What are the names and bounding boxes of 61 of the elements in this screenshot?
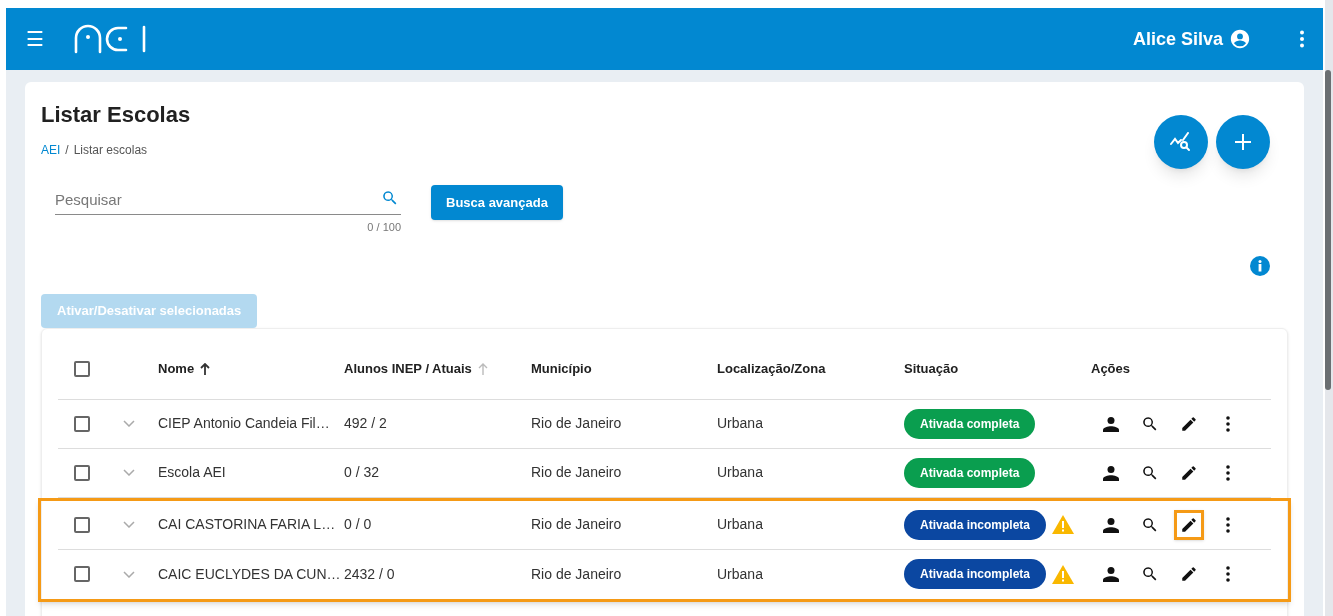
column-header: Ações <box>1091 359 1131 378</box>
table-cell: Urbana <box>717 464 763 480</box>
table-cell: Rio de Janeiro <box>531 516 622 532</box>
user-name[interactable]: Alice Silva <box>1132 25 1223 53</box>
table-cell: CAIC EUCLYDES DA CUN… <box>158 565 341 582</box>
plus-icon <box>1235 134 1251 150</box>
person-icon[interactable] <box>1102 516 1119 533</box>
person-icon[interactable] <box>1102 415 1119 432</box>
column-header: Localização/Zona <box>717 359 826 378</box>
table-cell: Escola AEI <box>158 464 226 480</box>
search-icon[interactable] <box>1140 414 1159 433</box>
status-badge: Ativada incompleta <box>904 509 1047 540</box>
scrollbar-thumb[interactable] <box>1325 70 1331 390</box>
table-cell: Urbana <box>717 415 763 431</box>
more-icon[interactable] <box>1225 415 1230 432</box>
column-header: Situação <box>904 359 959 378</box>
table-cell: Urbana <box>717 516 763 532</box>
breadcrumb-separator: / <box>65 142 69 159</box>
character-counter: 0 / 100 <box>366 220 401 235</box>
person-icon[interactable] <box>1102 464 1119 481</box>
search-field[interactable]: Pesquisar <box>55 185 401 215</box>
chart-search-icon <box>1170 132 1192 152</box>
account-icon[interactable] <box>1229 28 1251 50</box>
person-icon[interactable] <box>1102 566 1119 582</box>
table-cell: 0 / 0 <box>344 516 372 532</box>
breadcrumb-link[interactable]: AEI <box>41 141 61 159</box>
search-icon[interactable] <box>1140 515 1159 534</box>
more-icon[interactable] <box>1225 464 1230 481</box>
checkbox[interactable] <box>74 360 90 377</box>
checkbox[interactable] <box>74 516 90 533</box>
column-header[interactable]: Alunos INEP / Atuais <box>344 358 472 379</box>
checkbox[interactable] <box>74 566 90 582</box>
advanced-search-button[interactable]: Busca avançada <box>431 185 563 220</box>
more-icon[interactable] <box>1225 516 1230 533</box>
table-cell: 492 / 2 <box>344 415 387 431</box>
breadcrumb-current: Listar escolas <box>73 142 148 159</box>
table-cell: 0 / 32 <box>344 464 380 480</box>
table-cell: Rio de Janeiro <box>531 565 622 582</box>
column-header[interactable]: Nome <box>158 358 195 379</box>
analytics-button[interactable] <box>1154 115 1208 169</box>
edit-icon[interactable] <box>1173 509 1204 540</box>
more-icon[interactable] <box>1225 566 1230 582</box>
table-cell: Rio de Janeiro <box>531 464 622 480</box>
sort-arrow-icon[interactable] <box>200 362 211 375</box>
menu-button[interactable]: ☰ <box>24 24 46 54</box>
table-cell: Rio de Janeiro <box>531 415 622 431</box>
column-header: Município <box>531 359 592 378</box>
checkbox[interactable] <box>74 464 90 481</box>
status-badge: Ativada incompleta <box>904 559 1047 589</box>
table-cell: CIEP Antonio Candeia Fil… <box>158 415 330 431</box>
status-badge: Ativada completa <box>904 457 1036 488</box>
page-title: Listar Escolas <box>41 101 192 129</box>
search-icon[interactable] <box>1140 463 1159 482</box>
checkbox[interactable] <box>74 415 90 432</box>
table-cell: Urbana <box>717 565 763 582</box>
info-icon[interactable] <box>1250 255 1270 276</box>
status-badge: Ativada completa <box>904 408 1036 439</box>
search-icon[interactable] <box>1140 565 1159 583</box>
add-button[interactable] <box>1216 115 1270 169</box>
table-cell: 2432 / 0 <box>344 565 395 582</box>
table-cell: CAI CASTORINA FARIA L… <box>158 516 336 532</box>
